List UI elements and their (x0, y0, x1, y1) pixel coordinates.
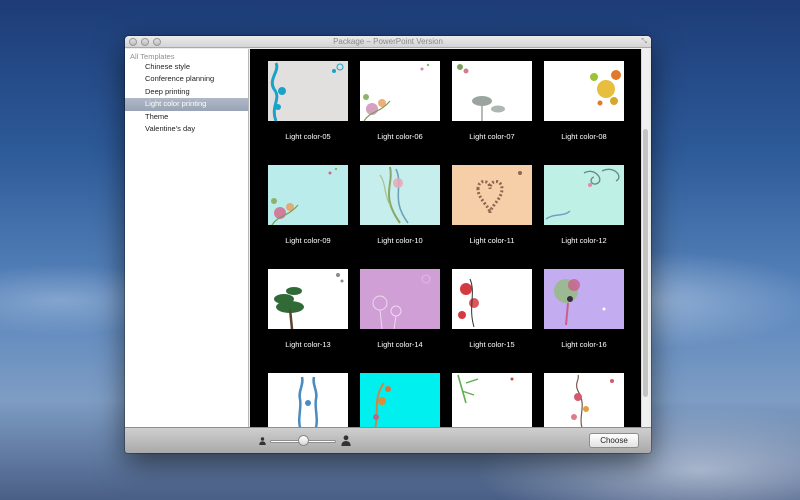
template-thumbnail[interactable] (360, 269, 440, 329)
titlebar[interactable]: Package – PowerPoint Version ⤡ (125, 36, 651, 48)
sidebar-item-chinese-style[interactable]: Chinese style (125, 61, 248, 73)
sidebar-item-theme[interactable]: Theme (125, 111, 248, 123)
template-artwork (373, 382, 391, 427)
template-artwork (545, 168, 620, 220)
template-caption: Light color-16 (561, 340, 607, 349)
template-thumbnail[interactable] (544, 269, 624, 329)
template-tile[interactable]: Light color-07 (452, 61, 532, 141)
template-caption: Light color-06 (377, 132, 423, 141)
choose-button[interactable]: Choose (589, 433, 639, 448)
template-artwork (590, 70, 621, 106)
template-artwork (554, 279, 606, 326)
template-artwork (457, 374, 514, 404)
template-thumbnail[interactable] (268, 165, 348, 225)
template-thumbnail[interactable] (452, 373, 532, 427)
template-artwork (457, 64, 505, 121)
template-caption: Light color-08 (561, 132, 607, 141)
scrollbar-thumb[interactable] (643, 129, 648, 397)
person-large-icon[interactable] (341, 435, 351, 446)
template-artwork (363, 63, 430, 121)
template-artwork (379, 166, 409, 224)
template-tile[interactable]: Light color-13 (268, 269, 348, 349)
sidebar-item-valentines-day[interactable]: Valentine's day (125, 123, 248, 135)
template-tile[interactable]: Light color-06 (360, 61, 440, 141)
fullscreen-icon[interactable]: ⤡ (641, 38, 647, 46)
template-thumbnail[interactable] (452, 61, 532, 121)
template-tile[interactable]: Light color-14 (360, 269, 440, 349)
template-artwork (298, 376, 318, 427)
person-small-icon[interactable] (259, 437, 266, 445)
sidebar: All Templates Chinese style Conference p… (125, 49, 249, 427)
template-artwork (571, 374, 614, 427)
template-caption: Light color-12 (561, 236, 607, 245)
template-tile[interactable]: Light color-11 (452, 165, 532, 245)
template-thumbnail[interactable] (544, 165, 624, 225)
template-artwork (372, 274, 431, 329)
desktop: { "window": { "title": "Package – PowerP… (0, 0, 800, 500)
template-caption: Light color-15 (469, 340, 515, 349)
zoom-slider-knob[interactable] (298, 435, 309, 446)
template-caption: Light color-10 (377, 236, 423, 245)
template-thumbnail[interactable] (360, 373, 440, 427)
template-artwork (274, 273, 344, 329)
template-caption: Light color-14 (377, 340, 423, 349)
template-tile[interactable] (360, 373, 440, 427)
template-thumbnail[interactable] (544, 61, 624, 121)
template-thumbnail[interactable] (360, 165, 440, 225)
template-artwork (476, 171, 522, 214)
template-tile[interactable] (452, 373, 532, 427)
template-tile[interactable]: Light color-15 (452, 269, 532, 349)
template-thumbnail[interactable] (268, 373, 348, 427)
template-tile[interactable]: Light color-08 (544, 61, 624, 141)
template-caption: Light color-13 (285, 340, 331, 349)
template-tile[interactable]: Light color-09 (268, 165, 348, 245)
bottom-toolbar: Choose (125, 427, 651, 453)
sidebar-item-conference-planning[interactable]: Conference planning (125, 73, 248, 85)
template-thumbnail[interactable] (452, 269, 532, 329)
template-caption: Light color-09 (285, 236, 331, 245)
template-thumbnail[interactable] (544, 373, 624, 427)
app-window: Package – PowerPoint Version ⤡ All Templ… (125, 36, 651, 453)
template-tile[interactable]: Light color-10 (360, 165, 440, 245)
sidebar-item-deep-printing[interactable]: Deep printing (125, 86, 248, 98)
template-tile[interactable]: Light color-16 (544, 269, 624, 349)
window-title: Package – PowerPoint Version (333, 37, 443, 46)
template-caption: Light color-05 (285, 132, 331, 141)
template-caption: Light color-07 (469, 132, 515, 141)
template-thumbnail[interactable] (360, 61, 440, 121)
template-artwork (271, 167, 338, 225)
template-tile[interactable] (544, 373, 624, 427)
sidebar-header[interactable]: All Templates (125, 49, 248, 61)
template-thumbnail[interactable] (268, 269, 348, 329)
template-tile[interactable] (268, 373, 348, 427)
template-tile[interactable]: Light color-12 (544, 165, 624, 245)
gallery-scrollbar[interactable] (641, 49, 649, 427)
template-tile[interactable]: Light color-05 (268, 61, 348, 141)
template-caption: Light color-11 (469, 236, 515, 245)
template-artwork (270, 62, 344, 121)
template-thumbnail[interactable] (452, 165, 532, 225)
template-thumbnail[interactable] (268, 61, 348, 121)
sidebar-item-light-color-printing[interactable]: Light color printing (125, 98, 248, 111)
template-gallery: Light color-05 Light color-06 Light color-… (250, 49, 649, 427)
template-artwork (458, 278, 479, 328)
